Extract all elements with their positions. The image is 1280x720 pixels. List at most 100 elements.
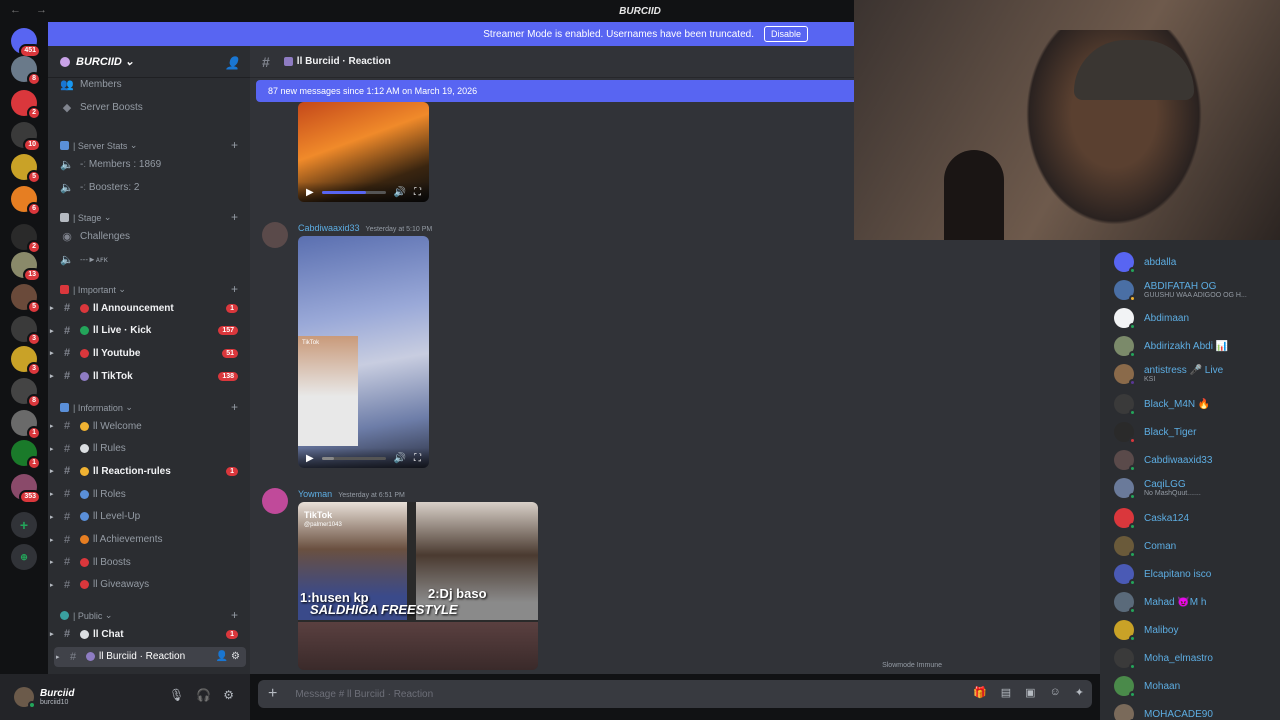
- server-icon[interactable]: 353: [11, 474, 41, 504]
- server-icon[interactable]: 3: [11, 316, 41, 346]
- apps-icon[interactable]: ✦: [1075, 686, 1084, 699]
- sidebar-item-channel[interactable]: ▸ # ll Roles: [48, 484, 250, 504]
- member-item[interactable]: Caska124: [1114, 504, 1189, 532]
- expand-arrow-icon[interactable]: ▸: [50, 445, 54, 453]
- member-item[interactable]: MOHACADE90: [1114, 700, 1213, 720]
- expand-arrow-icon[interactable]: ▸: [50, 327, 54, 335]
- add-channel-icon[interactable]: +: [231, 608, 238, 622]
- sidebar-item-members[interactable]: 👥 Members: [48, 74, 250, 94]
- headphones-icon[interactable]: 🎧: [196, 688, 211, 702]
- sticker-icon[interactable]: ▣: [1025, 686, 1035, 699]
- play-icon[interactable]: ▶: [306, 187, 314, 198]
- server-icon[interactable]: 10: [11, 122, 41, 152]
- fullscreen-icon[interactable]: ⛶: [414, 187, 421, 198]
- member-item[interactable]: Coman: [1114, 532, 1176, 560]
- sidebar-item-channel[interactable]: ▸ # ll Reaction-rules 1: [48, 461, 250, 481]
- sidebar-item-challenges[interactable]: ◉ Challenges: [48, 226, 250, 246]
- sidebar-item-channel[interactable]: ▸ # ll Level-Up: [48, 507, 250, 527]
- add-server-icon[interactable]: +: [11, 512, 37, 538]
- member-item[interactable]: abdalla: [1114, 248, 1176, 276]
- sidebar-item-burciid-reaction[interactable]: ▸ # ll Burciid · Reaction 👤 ⚙: [54, 646, 246, 667]
- author-name[interactable]: Yowman: [298, 489, 332, 499]
- server-icon[interactable]: 3: [11, 346, 41, 376]
- member-item[interactable]: Mohaan: [1114, 672, 1180, 700]
- member-item[interactable]: Abdimaan: [1114, 304, 1189, 332]
- expand-arrow-icon[interactable]: ▸: [50, 558, 54, 566]
- add-channel-icon[interactable]: +: [231, 400, 238, 414]
- expand-arrow-icon[interactable]: ▸: [50, 536, 54, 544]
- category-information[interactable]: | Information ⌄: [60, 402, 133, 413]
- server-icon[interactable]: 2: [11, 90, 41, 120]
- play-icon[interactable]: ▶: [306, 453, 314, 464]
- sidebar-item-server-boosts[interactable]: ◆ Server Boosts: [48, 97, 250, 117]
- server-icon[interactable]: 6: [11, 186, 41, 216]
- category-server-stats[interactable]: | Server Stats ⌄: [60, 140, 137, 151]
- member-item[interactable]: Black_M4N 🔥: [1114, 390, 1210, 418]
- volume-icon[interactable]: 🔊: [394, 187, 406, 198]
- microphone-icon[interactable]: 🎙: [169, 688, 184, 702]
- add-attachment-icon[interactable]: +: [268, 685, 277, 703]
- member-item[interactable]: Maliboy: [1114, 616, 1178, 644]
- avatar[interactable]: [262, 222, 288, 248]
- server-icon[interactable]: 5: [11, 154, 41, 184]
- sidebar-item-afk[interactable]: 🔈 ---►ᴀꜰᴋ: [48, 249, 250, 269]
- seek-bar[interactable]: [321, 456, 386, 460]
- member-item[interactable]: Mahad 😈M h: [1114, 588, 1206, 616]
- new-messages-bar[interactable]: 87 new messages since 1:12 AM on March 1…: [256, 80, 854, 102]
- expand-arrow-icon[interactable]: ▸: [50, 513, 54, 521]
- category-stage[interactable]: | Stage ⌄: [60, 212, 111, 223]
- sidebar-item-channel[interactable]: ▸ # ll Giveaways: [48, 575, 250, 595]
- invite-people-icon[interactable]: 👤: [225, 56, 240, 70]
- server-icon[interactable]: 8: [11, 378, 41, 408]
- member-item[interactable]: ABDIFATAH OG GUUSHU WAA ADIGOO OG H...: [1114, 276, 1247, 304]
- channel-settings-icon[interactable]: 👤 ⚙: [216, 651, 240, 662]
- sidebar-item-channel[interactable]: ▸ # ll Rules: [48, 439, 250, 459]
- server-icon[interactable]: 2: [11, 224, 41, 254]
- sidebar-item-channel[interactable]: ▸ # ll Achievements: [48, 530, 250, 550]
- sidebar-item-channel[interactable]: ▸ # ll Announcement 1: [48, 298, 250, 318]
- expand-arrow-icon[interactable]: ▸: [50, 372, 54, 380]
- video-attachment[interactable]: TikTok ▶ 🔊 ⛶: [298, 236, 429, 468]
- add-channel-icon[interactable]: +: [231, 282, 238, 296]
- sidebar-item-members-count[interactable]: 🔈 -ː Members : 1869: [48, 154, 250, 174]
- gif-icon[interactable]: ▤: [1001, 686, 1011, 699]
- server-icon[interactable]: 5: [11, 284, 41, 314]
- volume-icon[interactable]: 🔊: [394, 453, 406, 464]
- member-item[interactable]: Moha_elmastro: [1114, 644, 1213, 672]
- author-name[interactable]: Cabdiwaaxid33: [298, 223, 360, 233]
- member-item[interactable]: Black_Tiger: [1114, 418, 1196, 446]
- member-item[interactable]: CaqiLGG No MashQuut.......: [1114, 474, 1201, 502]
- fullscreen-icon[interactable]: ⛶: [414, 453, 421, 464]
- expand-arrow-icon[interactable]: ▸: [50, 422, 54, 430]
- expand-arrow-icon[interactable]: ▸: [50, 304, 54, 312]
- server-icon[interactable]: 451: [11, 28, 41, 58]
- sidebar-item-channel[interactable]: ▸ # ll TikTok 138: [48, 366, 250, 386]
- emoji-icon[interactable]: ☺: [1050, 686, 1061, 699]
- expand-arrow-icon[interactable]: ▸: [56, 653, 60, 661]
- avatar[interactable]: [262, 488, 288, 514]
- message-composer[interactable]: + Message # ll Burciid · Reaction 🎁 ▤ ▣ …: [258, 680, 1092, 708]
- video-attachment[interactable]: ▶ 🔊 ⛶: [298, 102, 429, 202]
- gear-icon[interactable]: ⚙: [223, 688, 234, 702]
- member-item[interactable]: Cabdiwaaxid33: [1114, 446, 1212, 474]
- category-important[interactable]: | Important ⌄: [60, 284, 126, 295]
- sidebar-item-channel[interactable]: ▸ # ll Chat 1: [48, 624, 250, 644]
- expand-arrow-icon[interactable]: ▸: [50, 630, 54, 638]
- sidebar-item-channel[interactable]: ▸ # ll Boosts: [48, 552, 250, 572]
- server-icon[interactable]: 1: [11, 440, 41, 470]
- add-channel-icon[interactable]: +: [231, 210, 238, 224]
- expand-arrow-icon[interactable]: ▸: [50, 490, 54, 498]
- expand-arrow-icon[interactable]: ▸: [50, 349, 54, 357]
- category-public[interactable]: | Public ⌄: [60, 610, 112, 621]
- discover-icon[interactable]: ⊕: [11, 544, 37, 570]
- gift-icon[interactable]: 🎁: [973, 686, 987, 699]
- sidebar-item-channel[interactable]: ▸ # ll Welcome: [48, 416, 250, 436]
- sidebar-item-channel[interactable]: ▸ # ll Live · Kick 157: [48, 321, 250, 341]
- server-icon[interactable]: 8: [11, 56, 41, 86]
- expand-arrow-icon[interactable]: ▸: [50, 467, 54, 475]
- server-icon[interactable]: 13: [11, 252, 41, 282]
- seek-bar[interactable]: [321, 190, 386, 194]
- add-channel-icon[interactable]: +: [231, 138, 238, 152]
- server-icon[interactable]: 1: [11, 410, 41, 440]
- member-item[interactable]: Abdirizakh Abdi 📊: [1114, 332, 1228, 360]
